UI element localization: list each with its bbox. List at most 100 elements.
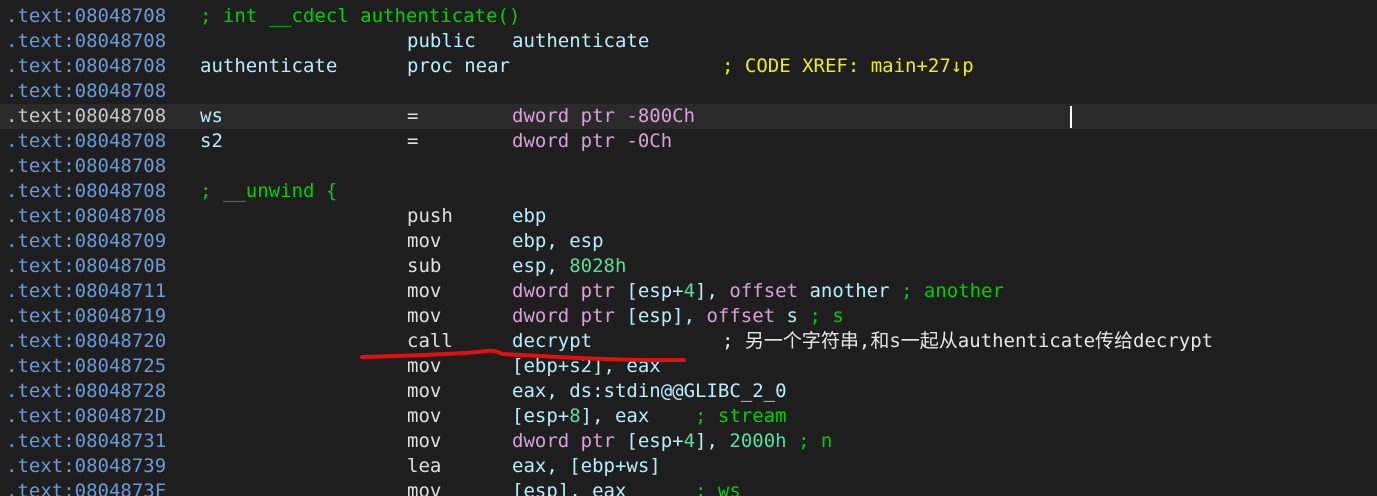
operands[interactable]: decrypt [512,329,592,354]
disasm-line[interactable]: .text:08048720 call decrypt ; 另一个字符串,和s一起从a… [0,329,1377,354]
disasm-line[interactable]: .text:08048709 mov ebp, esp [0,229,1377,254]
disasm-line[interactable]: .text:0804872D mov [esp+8], eax ; stream [0,404,1377,429]
address[interactable]: .text:08048708 [6,154,166,179]
address[interactable]: .text:08048708 [6,29,166,54]
symbol-name[interactable]: authenticate [200,54,337,79]
disasm-line[interactable]: .text:08048728 mov eax, ds:stdin@@GLIBC_2_… [0,379,1377,404]
operand-segment: [esp+ [626,280,684,302]
operands[interactable]: dword ptr [esp], offset s ; s [512,304,844,329]
disasm-line[interactable]: .text:0804870B sub esp, 8028h [0,254,1377,279]
address[interactable]: .text:08048720 [6,329,166,354]
mnemonic[interactable]: proc near [407,54,510,79]
operands[interactable]: eax, [ebp+ws] [512,454,661,479]
comment: ; 另一个字符串,和s一起从authenticate传给decrypt [722,329,1213,354]
operand-segment: 4 [683,430,696,452]
operand-segment: s [786,305,798,327]
disasm-line[interactable]: .text:08048708 s2 = dword ptr -0Ch [0,129,1377,154]
operand-segment: dword ptr -0Ch [512,130,673,152]
disasm-line[interactable]: .text:08048708 [0,154,1377,179]
address[interactable]: .text:08048708 [6,179,166,204]
operand-segment: ebp, esp [512,230,604,252]
ida-disassembly-view[interactable]: .text:08048708 ; int __cdecl authenticate… [0,0,1377,496]
address[interactable]: .text:08048708 [6,204,166,229]
mnemonic[interactable]: mov [407,404,441,429]
operand-segment: ; n [786,430,833,452]
address[interactable]: .text:08048719 [6,304,166,329]
address[interactable]: .text:08048711 [6,279,166,304]
header-segment: ; __unwind { [200,180,338,202]
disasm-line[interactable]: .text:08048739 lea eax, [ebp+ws] [0,454,1377,479]
operand-segment: offset [706,305,787,327]
symbol-name[interactable]: ws [200,104,223,129]
operand-segment: authenticate [512,30,650,52]
disasm-line[interactable]: .text:08048708 push ebp [0,204,1377,229]
disasm-line[interactable]: .text:08048711 mov dword ptr [esp+4], offs… [0,279,1377,304]
operands[interactable]: dword ptr -800Ch [512,104,695,129]
mnemonic[interactable]: mov [407,279,441,304]
operand-segment: 8 [569,405,581,427]
mnemonic[interactable]: push [407,204,453,229]
disasm-line[interactable]: .text:08048731 mov dword ptr [esp+4], 2000… [0,429,1377,454]
disasm-line[interactable]: .text:0804873F mov [esp], eax ; ws [0,479,1377,496]
operands[interactable]: [ebp+s2], eax [512,354,661,379]
disasm-line[interactable]: .text:08048708 authenticate proc near ; COD… [0,54,1377,79]
address[interactable]: .text:08048728 [6,379,166,404]
mnemonic[interactable]: mov [407,354,441,379]
operand-segment: ; stream [649,405,787,427]
operand-segment: [esp+ [512,405,570,427]
disasm-line[interactable]: .text:08048725 mov [ebp+s2], eax [0,354,1377,379]
operand-segment: decrypt [512,330,593,352]
operand-segment: 4 [683,280,696,302]
operands[interactable]: dword ptr -0Ch [512,129,672,154]
mnemonic[interactable]: mov [407,379,441,404]
operands[interactable]: dword ptr [esp+4], 2000h ; n [512,429,832,454]
disasm-line[interactable]: .text:08048708 [0,79,1377,104]
operand-segment: ], [695,430,730,452]
address[interactable]: .text:08048708 [6,104,166,129]
address[interactable]: .text:0804873F [6,479,166,496]
address[interactable]: .text:0804872D [6,404,166,429]
operands[interactable]: eax, ds:stdin@@GLIBC_2_0 [512,379,787,404]
disasm-line[interactable]: .text:08048708 ; int __cdecl authenticate… [0,4,1377,29]
operand-segment: esp, [512,255,570,277]
operands[interactable]: authenticate [512,29,649,54]
operand-segment: [esp], eax [512,480,627,496]
operand-segment: dword ptr [512,430,627,452]
operands[interactable]: ebp, esp [512,229,604,254]
address[interactable]: .text:08048708 [6,79,166,104]
operands[interactable]: esp, 8028h [512,254,626,279]
operand-segment: ; s [798,305,844,327]
mnemonic[interactable]: mov [407,479,441,496]
mnemonic[interactable]: lea [407,454,441,479]
mnemonic[interactable]: mov [407,229,441,254]
operand-segment: dword ptr [512,305,627,327]
disasm-line[interactable]: .text:08048708 ; __unwind { [0,179,1377,204]
symbol-name[interactable]: s2 [200,129,223,154]
address[interactable]: .text:08048708 [6,4,166,29]
mnemonic[interactable]: call [407,329,453,354]
operands[interactable]: [esp], eax ; ws [512,479,741,496]
address[interactable]: .text:08048731 [6,429,166,454]
address[interactable]: .text:08048739 [6,454,166,479]
mnemonic[interactable]: = [407,104,418,129]
disasm-line[interactable]: .text:08048708 public authenticate [0,29,1377,54]
mnemonic[interactable]: public [407,29,476,54]
address[interactable]: .text:08048708 [6,54,166,79]
operands[interactable]: [esp+8], eax ; stream [512,404,787,429]
mnemonic[interactable]: sub [407,254,441,279]
mnemonic[interactable]: mov [407,304,441,329]
operand-segment: ], [695,280,730,302]
operand-segment: ; ws [626,480,741,496]
address[interactable]: .text:08048709 [6,229,166,254]
comment-segment: ; 另一个字符串,和s一起从authenticate传给decrypt [722,330,1214,352]
operands[interactable]: dword ptr [esp+4], offset another ; anot… [512,279,1004,304]
operand-segment: ], eax [580,405,650,427]
disasm-line[interactable]: .text:08048708 ws = dword ptr -800Ch [0,104,1377,129]
address[interactable]: .text:08048708 [6,129,166,154]
address[interactable]: .text:0804870B [6,254,166,279]
operands[interactable]: ebp [512,204,546,229]
mnemonic[interactable]: = [407,129,418,154]
disasm-line[interactable]: .text:08048719 mov dword ptr [esp], offset… [0,304,1377,329]
address[interactable]: .text:08048725 [6,354,166,379]
mnemonic[interactable]: mov [407,429,441,454]
